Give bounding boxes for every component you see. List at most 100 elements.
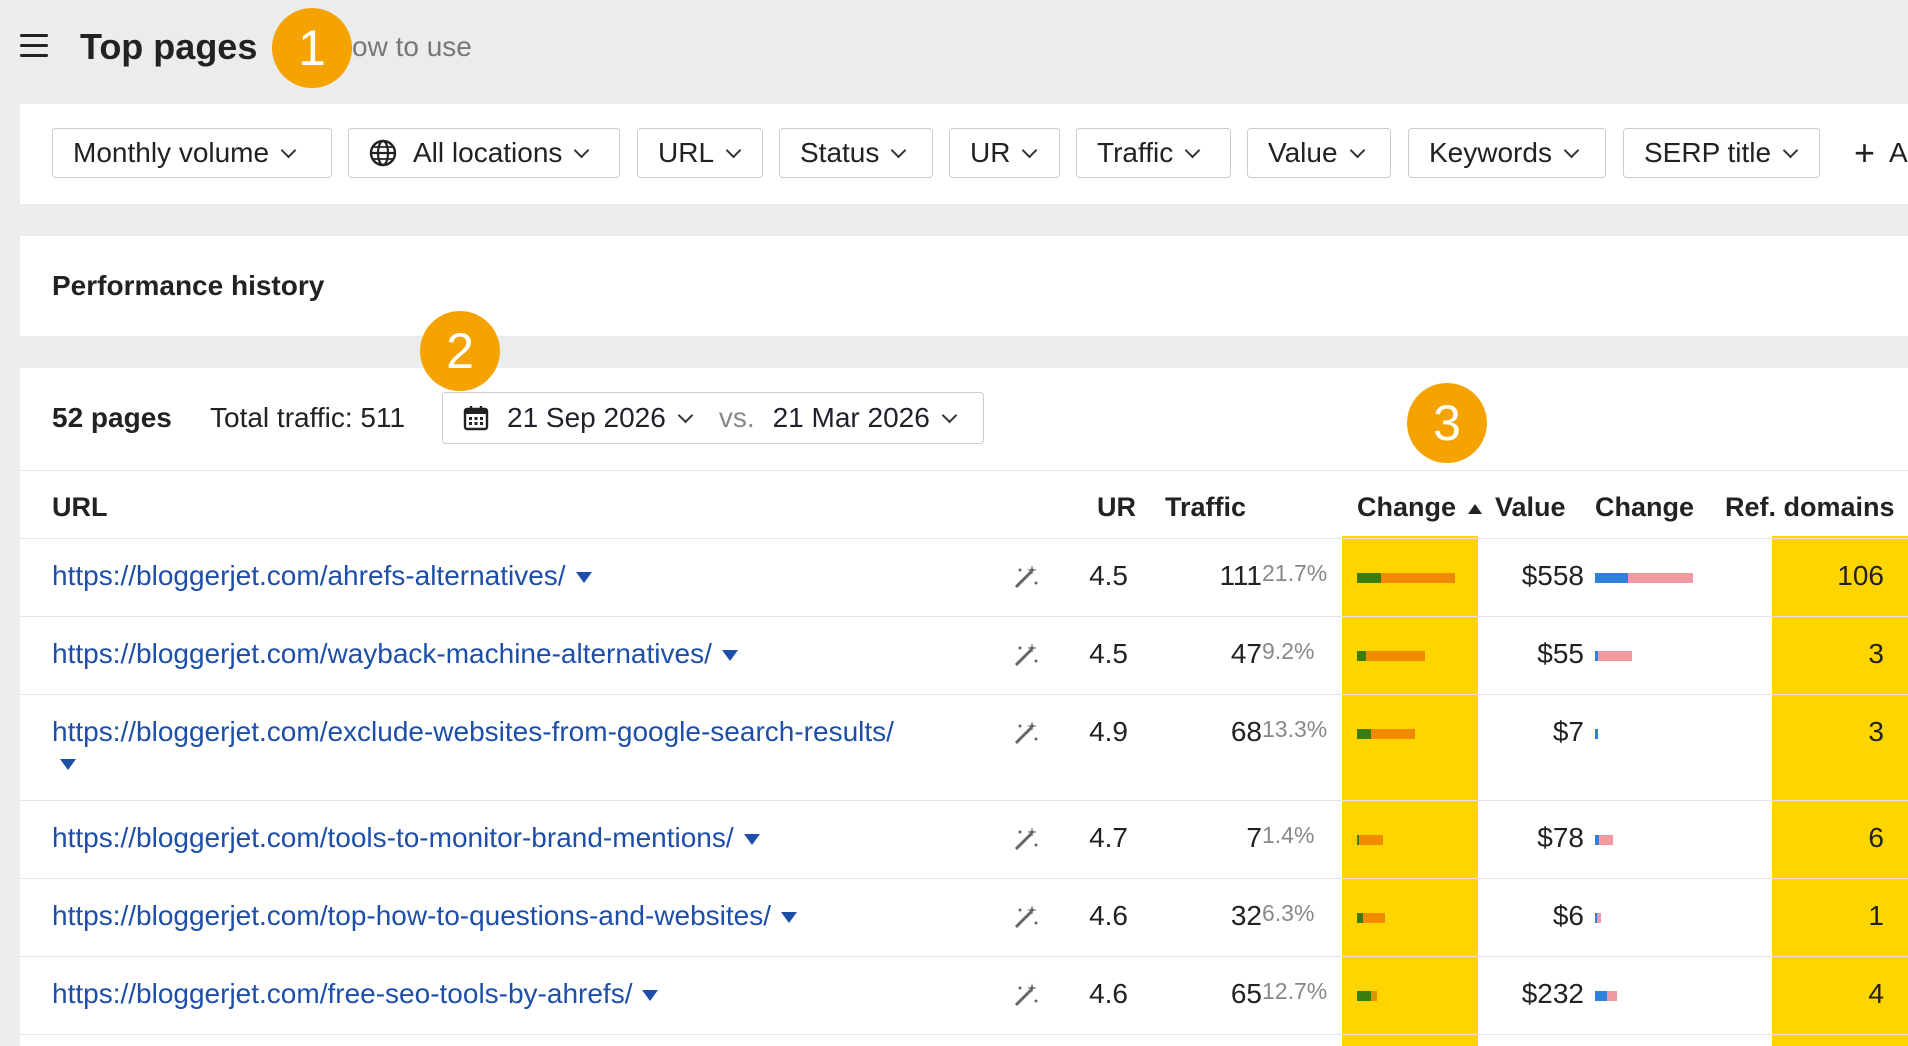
filter-keywords[interactable]: Keywords (1408, 128, 1606, 178)
change-bar-green (1357, 651, 1366, 661)
filter-label: UR (970, 137, 1011, 168)
column-header-value-change[interactable]: Change (1595, 492, 1694, 523)
filter-serp-title[interactable]: SERP title (1623, 128, 1820, 178)
ref-domains-value[interactable]: 1 (1868, 897, 1884, 935)
chevron-down-icon (677, 407, 694, 423)
caret-down-icon[interactable] (781, 912, 798, 924)
row-url-link[interactable]: https://bloggerjet.com/ahrefs-alternativ… (52, 557, 1012, 595)
table-row: https://bloggerjet.com/ahrefs-alternativ… (20, 539, 1908, 617)
ur-value: 4.5 (1089, 638, 1128, 669)
filter-ur[interactable]: UR (949, 128, 1060, 178)
menu-icon[interactable] (20, 34, 48, 58)
change-bar-orange (1381, 573, 1455, 583)
step-badge-3: 3 (1407, 383, 1487, 463)
filter-status[interactable]: Status (779, 128, 933, 178)
url-text: https://bloggerjet.com/top-how-to-questi… (52, 900, 772, 931)
value-amount: $232 (1521, 978, 1584, 1009)
step-badge-2: 2 (420, 311, 500, 391)
value-amount: $6 (1552, 900, 1584, 931)
ur-value: 4.5 (1089, 560, 1128, 591)
caret-down-icon[interactable] (642, 990, 659, 1002)
value-bar-pink (1628, 573, 1693, 583)
chevron-down-icon (280, 142, 297, 158)
previous-date: 21 Mar 2026 (772, 402, 930, 433)
row-url-link[interactable]: https://bloggerjet.com/tools-to-monitor-… (52, 819, 1012, 857)
add-filter-label: A (1889, 137, 1908, 168)
url-text: https://bloggerjet.com/tools-to-monitor-… (52, 822, 734, 853)
filter-label: Status (800, 137, 880, 168)
magic-wand-icon[interactable] (1010, 561, 1042, 593)
traffic-share: 9.2% (1262, 638, 1315, 664)
traffic-value: 7 (1246, 822, 1262, 853)
total-traffic: Total traffic: 511 (210, 402, 406, 433)
chevron-down-icon (1349, 142, 1365, 158)
chevron-down-icon (1563, 142, 1580, 158)
filter-label: All locations (413, 137, 563, 168)
url-text: https://bloggerjet.com/exclude-websites-… (52, 716, 894, 747)
table-row: https://bloggerjet.com/exclude-websites-… (20, 695, 1908, 801)
traffic-value: 47 (1230, 638, 1262, 669)
row-url-link[interactable]: https://bloggerjet.com/exclude-websites-… (52, 713, 1012, 770)
ref-domains-value[interactable]: 106 (1837, 557, 1884, 595)
column-header-change[interactable]: Change (1357, 492, 1482, 523)
value-bar-pink (1597, 913, 1601, 923)
change-bar-green (1357, 729, 1371, 739)
chevron-down-icon (1184, 142, 1201, 158)
row-url-link[interactable]: https://bloggerjet.com/wayback-machine-a… (52, 635, 1012, 673)
filter-bar: Monthly volume All locations URL Status … (20, 104, 1908, 204)
add-filter-button[interactable]: + A (1854, 128, 1908, 178)
column-header-url[interactable]: URL (52, 492, 108, 523)
current-date: 21 Sep 2026 (507, 402, 666, 433)
performance-history-panel[interactable]: Performance history (20, 236, 1908, 336)
change-bar-green (1357, 573, 1381, 583)
caret-down-icon[interactable] (721, 650, 738, 662)
ref-domains-value[interactable]: 3 (1868, 713, 1884, 751)
pages-count: 52 pages (52, 402, 172, 433)
table-row: https://bloggerjet.com/free-seo-tools-by… (20, 957, 1908, 1035)
chevron-down-icon (891, 142, 907, 158)
caret-down-icon[interactable] (60, 759, 76, 770)
chevron-down-icon (725, 142, 742, 158)
magic-wand-icon[interactable] (1010, 823, 1042, 855)
filter-locations[interactable]: All locations (348, 128, 620, 178)
filter-value[interactable]: Value (1247, 128, 1391, 178)
chevron-down-icon (941, 407, 958, 423)
column-header-ur[interactable]: UR (1097, 492, 1136, 523)
step-badge-1: 1 (272, 8, 352, 88)
how-to-use-link[interactable]: ow to use (352, 31, 472, 63)
filter-url[interactable]: URL (637, 128, 763, 178)
column-header-value[interactable]: Value (1495, 492, 1566, 523)
magic-wand-icon[interactable] (1010, 717, 1042, 749)
top-pages-table: 52 pages Total traffic: 511 21 Sep 2026 … (20, 368, 1908, 1046)
change-bar-orange (1371, 991, 1377, 1001)
traffic-share: 12.7% (1262, 978, 1328, 1004)
filter-monthly-volume[interactable]: Monthly volume (52, 128, 332, 178)
magic-wand-icon[interactable] (1010, 979, 1042, 1011)
magic-wand-icon[interactable] (1010, 901, 1042, 933)
sort-ascending-icon (1467, 503, 1482, 514)
traffic-share: 21.7% (1262, 560, 1328, 586)
column-header-traffic[interactable]: Traffic (1165, 492, 1246, 523)
date-compare-picker[interactable]: 21 Sep 2026 vs. 21 Mar 2026 (442, 392, 984, 444)
row-url-link[interactable]: https://bloggerjet.com/top-how-to-questi… (52, 897, 1012, 935)
traffic-share: 13.3% (1262, 716, 1328, 742)
ref-domains-value[interactable]: 3 (1868, 635, 1884, 673)
caret-down-icon[interactable] (575, 572, 592, 584)
chevron-down-icon (574, 142, 590, 158)
value-amount: $7 (1552, 716, 1584, 747)
ref-domains-value[interactable]: 6 (1868, 819, 1884, 857)
row-url-link[interactable]: https://bloggerjet.com/free-seo-tools-by… (52, 975, 1012, 1013)
magic-wand-icon[interactable] (1010, 639, 1042, 671)
value-bar-pink (1599, 835, 1613, 845)
filter-label: Monthly volume (73, 137, 270, 168)
caret-down-icon[interactable] (743, 834, 760, 846)
chevron-down-icon (1022, 142, 1038, 158)
filter-traffic[interactable]: Traffic (1076, 128, 1231, 178)
value-bar-pink (1598, 651, 1632, 661)
value-bar-blue (1595, 991, 1607, 1001)
ref-domains-value[interactable]: 4 (1868, 975, 1884, 1013)
traffic-value: 68 (1230, 716, 1262, 747)
column-header-ref-domains[interactable]: Ref. domains (1725, 492, 1895, 523)
divider (20, 470, 1908, 471)
traffic-share: 1.4% (1262, 822, 1315, 848)
